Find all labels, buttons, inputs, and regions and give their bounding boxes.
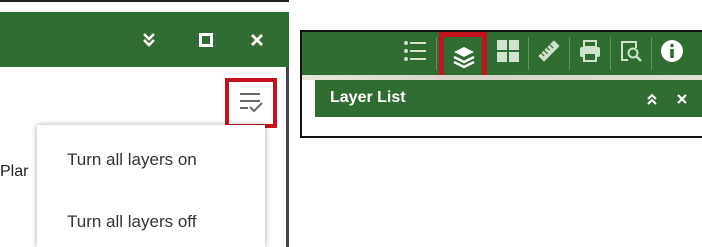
left-screenshot: Plar Turn all layers on Turn all layers … <box>0 0 289 247</box>
info-button[interactable] <box>652 32 692 75</box>
partial-layer-label: Plar <box>0 163 29 180</box>
window-frame-top <box>0 0 289 12</box>
layers-icon <box>452 45 476 74</box>
chevron-double-up-icon[interactable] <box>643 90 661 108</box>
legend-icon <box>403 40 427 67</box>
layer-list-panel-header: Layer List <box>315 80 702 117</box>
widget-toolbar <box>302 32 702 82</box>
legend-button[interactable] <box>395 32 435 75</box>
panel-title: Layer List <box>330 89 406 106</box>
toolbar-separator <box>436 37 437 70</box>
query-icon <box>619 39 643 68</box>
layer-list-panel-body <box>315 117 702 136</box>
layer-options-menu: Turn all layers on Turn all layers off <box>37 125 265 247</box>
menu-item-turn-all-on[interactable]: Turn all layers on <box>67 150 197 170</box>
print-button[interactable] <box>570 32 610 75</box>
info-icon <box>660 39 684 68</box>
layer-options-button[interactable] <box>225 78 277 128</box>
measure-icon <box>537 39 561 68</box>
query-button[interactable] <box>611 32 651 75</box>
basemap-gallery-button[interactable] <box>488 32 528 75</box>
panel-edge <box>286 67 289 247</box>
right-screenshot: Layer List <box>300 30 702 138</box>
basemap-gallery-icon <box>496 39 520 68</box>
close-icon[interactable] <box>248 31 266 49</box>
layer-options-icon <box>238 91 264 115</box>
maximize-icon[interactable] <box>197 31 215 49</box>
widget-header <box>0 12 289 67</box>
measure-button[interactable] <box>529 32 569 75</box>
frame-border <box>300 136 702 138</box>
close-icon[interactable] <box>673 90 691 108</box>
chevron-double-down-icon[interactable] <box>140 31 158 49</box>
menu-item-turn-all-off[interactable]: Turn all layers off <box>67 212 196 232</box>
print-icon <box>578 39 602 68</box>
